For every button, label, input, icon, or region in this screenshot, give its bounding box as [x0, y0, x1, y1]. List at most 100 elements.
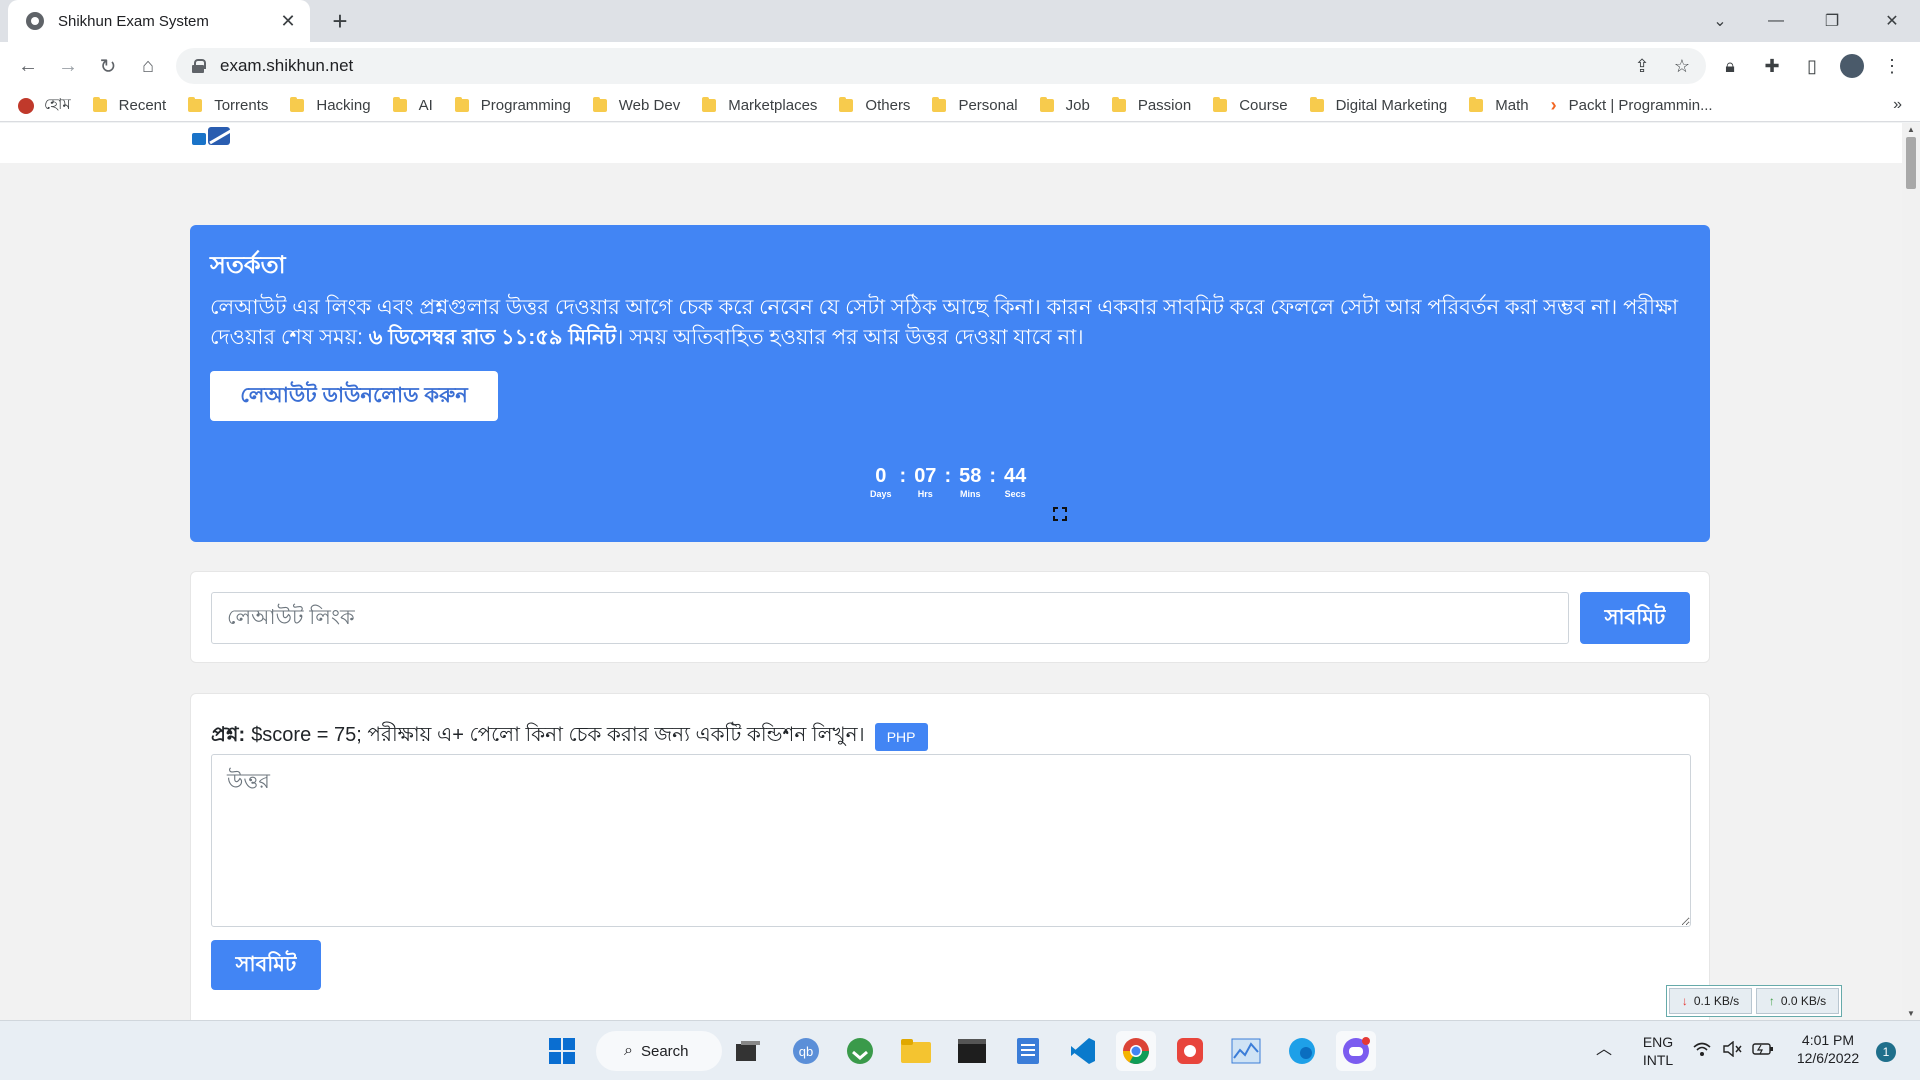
- menu-kebab-icon[interactable]: ⋮: [1880, 54, 1904, 78]
- bookmark-job[interactable]: Job: [1039, 97, 1090, 114]
- fullscreen-icon[interactable]: [1053, 507, 1067, 521]
- browser-tab[interactable]: Shikhun Exam System ✕: [8, 0, 310, 42]
- file-explorer-icon[interactable]: [896, 1031, 936, 1071]
- packt-icon: ›: [1550, 95, 1557, 115]
- notification-badge[interactable]: 1: [1876, 1042, 1896, 1062]
- extensions-puzzle-icon[interactable]: ✚: [1760, 54, 1784, 78]
- countdown-seconds: 44 Secs: [1004, 465, 1027, 499]
- bookmark-recent[interactable]: Recent: [92, 97, 166, 114]
- address-bar[interactable]: exam.shikhun.net: [176, 48, 1706, 84]
- folder-icon: [839, 97, 854, 112]
- notepad-icon[interactable]: [1008, 1031, 1048, 1071]
- bookmark-packt[interactable]: › Packt | Programmin...: [1551, 95, 1713, 116]
- countdown-minutes: 58 Mins: [959, 465, 982, 499]
- minimize-icon[interactable]: —: [1748, 0, 1804, 42]
- resource-monitor-icon[interactable]: [1226, 1031, 1266, 1071]
- bookmarks-overflow-icon[interactable]: »: [1893, 96, 1902, 114]
- folder-icon: [392, 97, 407, 112]
- taskbar: ⌕ Search qb ︿ ENG INTL 4:01 PM 12/6/2022: [0, 1020, 1920, 1080]
- back-icon[interactable]: ←: [12, 50, 44, 82]
- task-view-icon[interactable]: [728, 1031, 768, 1071]
- bookmark-others[interactable]: Others: [839, 97, 910, 114]
- home-icon[interactable]: ⌂: [132, 50, 164, 82]
- forward-icon[interactable]: →: [52, 50, 84, 82]
- clock-time: 4:01 PM: [1801, 1032, 1855, 1048]
- bookmark-personal[interactable]: Personal: [932, 97, 1018, 114]
- taskbar-search[interactable]: ⌕ Search: [596, 1031, 722, 1071]
- question-line: প্রশ্ন: $score = 75; পরীক্ষায় এ+ পেলো ক…: [211, 720, 928, 753]
- bookmark-digital-marketing[interactable]: Digital Marketing: [1309, 97, 1447, 114]
- link-submit-button[interactable]: সাবমিট: [1580, 592, 1690, 644]
- edge-like-icon[interactable]: [1282, 1031, 1322, 1071]
- countdown-separator: :: [899, 465, 907, 487]
- profile-avatar[interactable]: [1840, 54, 1864, 78]
- answer-submit-button[interactable]: সাবমিট: [211, 940, 321, 990]
- vscode-icon[interactable]: [1062, 1031, 1102, 1071]
- folder-icon: [592, 97, 607, 112]
- download-layout-button[interactable]: লেআউট ডাউনলোড করুন: [210, 371, 498, 421]
- bookmark-ai[interactable]: AI: [392, 97, 433, 114]
- search-icon: ⌕: [624, 1042, 633, 1059]
- bookmark-hacking[interactable]: Hacking: [290, 97, 371, 114]
- download-arrow-icon: ↓: [1681, 994, 1688, 1008]
- terminal-icon[interactable]: [952, 1031, 992, 1071]
- lock-icon: [192, 59, 206, 73]
- folder-icon: [188, 97, 203, 112]
- question-card: প্রশ্ন: $score = 75; পরীক্ষায় এ+ পেলো ক…: [190, 693, 1710, 1020]
- reload-icon[interactable]: ↻: [92, 50, 124, 82]
- bookmark-math[interactable]: Math: [1469, 97, 1529, 114]
- language-indicator[interactable]: ENG INTL: [1636, 1033, 1680, 1069]
- tab-search-icon[interactable]: ⌄: [1692, 0, 1748, 42]
- upload-speed: ↑ 0.0 KB/s: [1756, 988, 1839, 1014]
- scroll-down-icon[interactable]: ▼: [1907, 1009, 1915, 1018]
- page-content: সতর্কতা লেআউট এর লিংক এবং প্রশ্নগুলার উত…: [0, 123, 1902, 1020]
- warning-alert: সতর্কতা লেআউট এর লিংক এবং প্রশ্নগুলার উত…: [190, 225, 1710, 542]
- start-windows-icon[interactable]: [542, 1031, 582, 1071]
- new-tab-button[interactable]: +: [326, 8, 354, 36]
- bookmark-torrents[interactable]: Torrents: [188, 97, 268, 114]
- folder-icon: [290, 97, 305, 112]
- wifi-icon[interactable]: [1692, 1041, 1712, 1061]
- side-panel-icon[interactable]: ▯: [1800, 54, 1824, 78]
- svg-text:qb: qb: [799, 1044, 813, 1059]
- answer-textarea[interactable]: [211, 754, 1691, 927]
- scroll-up-icon[interactable]: ▲: [1907, 125, 1915, 134]
- page-scrollbar[interactable]: ▲ ▼: [1902, 123, 1920, 1020]
- alert-message: লেআউট এর লিংক এবং প্রশ্নগুলার উত্তর দেওয…: [210, 293, 1690, 353]
- bookmark-star-icon[interactable]: ☆: [1670, 54, 1694, 78]
- bookmark-programming[interactable]: Programming: [454, 97, 571, 114]
- clock-date: 12/6/2022: [1796, 1050, 1860, 1066]
- bookmark-home[interactable]: হোম: [18, 93, 71, 118]
- layout-link-form: সাবমিট: [190, 571, 1710, 663]
- folder-icon: [1213, 97, 1228, 112]
- bookmark-web-dev[interactable]: Web Dev: [592, 97, 680, 114]
- layout-link-input[interactable]: [211, 592, 1569, 644]
- extension-lock-icon[interactable]: 🔒︎: [1718, 54, 1742, 78]
- site-header: [0, 123, 1902, 163]
- clock[interactable]: 4:01 PM 12/6/2022: [1786, 1031, 1870, 1067]
- countdown-hours: 07 Hrs: [914, 465, 937, 499]
- bookmark-passion[interactable]: Passion: [1111, 97, 1191, 114]
- home-flag-icon: [18, 97, 34, 114]
- deadline-suffix: । সময় অতিবাহিত হওয়ার পর আর উত্তর দেওয়…: [616, 326, 1084, 349]
- chrome-icon[interactable]: [1116, 1031, 1156, 1071]
- restore-icon[interactable]: ❐: [1804, 0, 1860, 42]
- alert-title: সতর্কতা: [210, 252, 286, 279]
- folder-icon: [1309, 97, 1324, 112]
- messenger-app-icon[interactable]: [1336, 1031, 1376, 1071]
- deadline-value: ৬ ডিসেম্বর রাত ১১:৫৯ মিনিট: [368, 326, 617, 349]
- bookmarks-bar: হোম Recent Torrents Hacking AI Programmi…: [0, 90, 1920, 122]
- screenshot-tool-icon[interactable]: [1170, 1031, 1210, 1071]
- bookmark-marketplaces[interactable]: Marketplaces: [702, 97, 817, 114]
- tray-overflow-icon[interactable]: ︿: [1596, 1041, 1612, 1059]
- download-manager-icon[interactable]: [840, 1031, 880, 1071]
- share-icon[interactable]: ⇪: [1630, 54, 1654, 78]
- battery-icon[interactable]: [1752, 1041, 1774, 1061]
- close-window-icon[interactable]: ✕: [1864, 0, 1920, 42]
- bookmark-course[interactable]: Course: [1213, 97, 1288, 114]
- qbittorrent-icon[interactable]: qb: [786, 1031, 826, 1071]
- site-logo[interactable]: [190, 123, 240, 155]
- volume-muted-icon[interactable]: [1722, 1040, 1742, 1061]
- scrollbar-thumb[interactable]: [1906, 137, 1916, 189]
- tab-close-icon[interactable]: ✕: [278, 11, 298, 32]
